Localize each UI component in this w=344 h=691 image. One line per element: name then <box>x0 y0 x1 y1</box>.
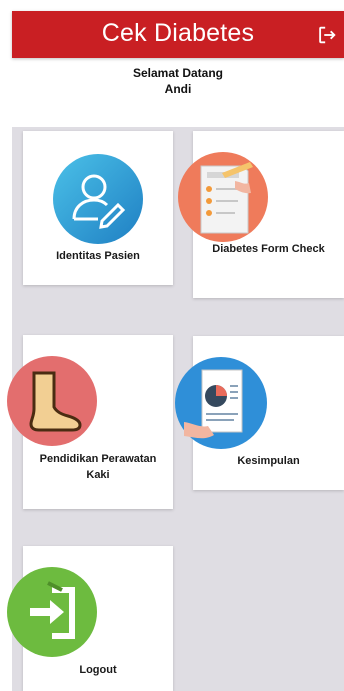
menu-card-pendidikan-perawatan-kaki[interactable]: Pendidikan Perawatan Kaki <box>7 335 173 509</box>
user-name: Andi <box>164 82 192 96</box>
menu-label: Identitas Pasien <box>56 250 140 262</box>
app-title: Cek Diabetes <box>101 19 255 47</box>
menu-card-kesimpulan[interactable]: Kesimpulan <box>175 336 344 490</box>
menu-label: Pendidikan Perawatan Kaki <box>39 453 157 481</box>
menu-label: Kesimpulan <box>237 455 300 467</box>
menu-label: Logout <box>79 664 117 676</box>
greeting-text: Selamat Datang <box>132 66 224 80</box>
logout-door-icon <box>7 567 97 657</box>
menu-card-logout[interactable]: Logout <box>7 546 173 691</box>
foot-icon <box>7 356 97 446</box>
menu-card-diabetes-form-check[interactable]: Diabetes Form Check <box>178 131 344 298</box>
report-chart-icon <box>175 357 267 449</box>
menu-label: Diabetes Form Check <box>212 243 325 255</box>
user-edit-icon <box>53 154 143 244</box>
checklist-form-icon <box>178 152 268 242</box>
logout-arrow-icon[interactable] <box>316 24 338 46</box>
app-bar: Cek Diabetes <box>12 11 344 58</box>
menu-card-identitas-pasien[interactable]: Identitas Pasien <box>23 131 173 285</box>
